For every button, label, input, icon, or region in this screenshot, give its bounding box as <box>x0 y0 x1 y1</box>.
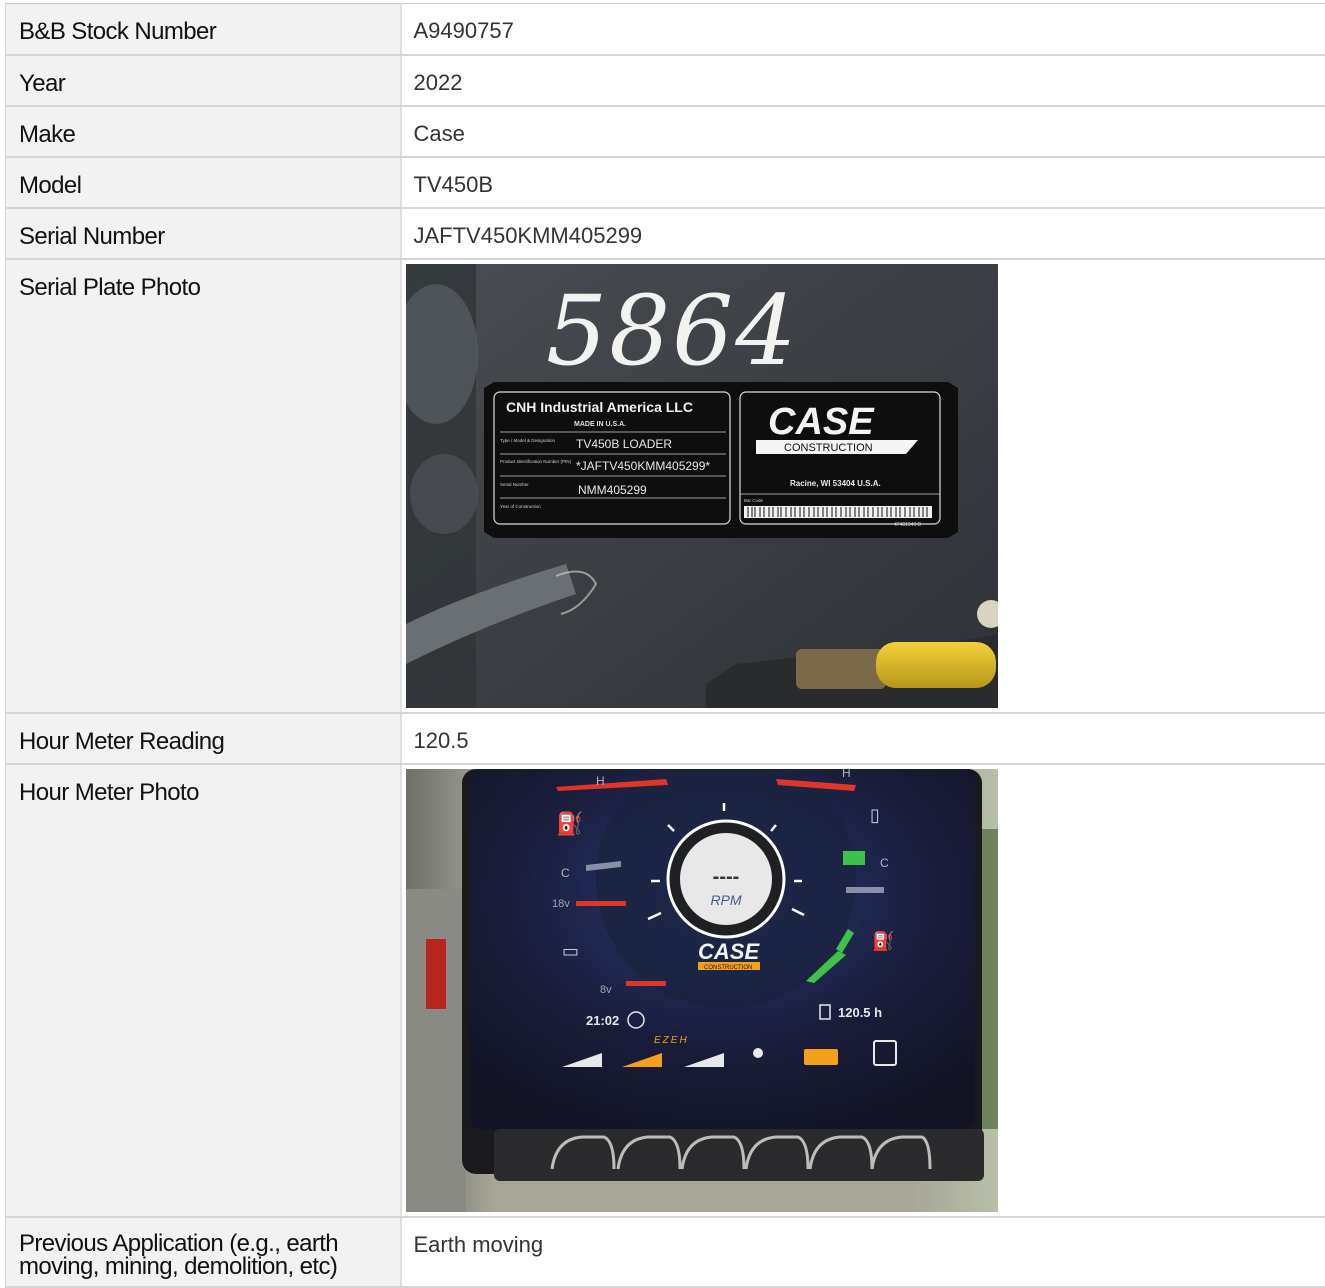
temp-cold-label: C <box>561 866 570 880</box>
plate-brand: CASE <box>768 401 875 443</box>
row-value: 120.5 <box>401 713 1325 764</box>
screen-brand: CASE <box>698 939 760 964</box>
row-label: Serial Number <box>6 208 401 259</box>
hour-meter-value: 120.5 h <box>838 1005 882 1020</box>
fuel-pump-icon: ⛽ <box>872 930 894 952</box>
handwritten-stock-mark: 5864 <box>546 275 798 387</box>
row-value: A9490757 <box>401 4 1325 55</box>
plate-address: Racine, WI 53404 U.S.A. <box>790 479 881 488</box>
plate-made-in: MADE IN U.S.A. <box>574 421 626 428</box>
equipment-spec-table: B&B Stock Number A9490757 Year 2022 Make… <box>5 3 1325 1288</box>
plate-barcode-label: Bar Code <box>744 498 764 503</box>
coolant-icon: ⛽ <box>556 811 583 837</box>
plate-field-label: Serial Number <box>500 482 529 487</box>
plate-field-label: Year of Construction <box>500 504 541 509</box>
plate-serial: NMM405299 <box>578 483 647 497</box>
row-label-line: moving, mining, demolition, etc) <box>19 1255 400 1278</box>
camera-icon <box>804 1049 838 1065</box>
serial-plate-image: 5864 CNH Industrial America LLC MADE IN … <box>406 264 998 708</box>
hour-meter-image: ---- RPM H H C <box>406 769 998 1212</box>
row-value: TV450B <box>401 157 1325 208</box>
row-value: Earth moving <box>401 1217 1325 1287</box>
row-label: B&B Stock Number <box>6 4 401 55</box>
table-row: Hour Meter Photo <box>6 764 1325 1217</box>
hydraulic-temp-icon: ▯ <box>870 805 880 826</box>
mode-label: EZEH <box>654 1035 689 1046</box>
table-row: Serial Number JAFTV450KMM405299 <box>6 208 1325 259</box>
plate-pin: *JAFTV450KMM405299* <box>576 459 710 473</box>
plate-model: TV450B LOADER <box>576 437 672 451</box>
plate-field-label: Product Identification Number (PIN) <box>500 459 572 464</box>
plate-brand-sub: CONSTRUCTION <box>784 442 873 454</box>
row-value: Case <box>401 106 1325 157</box>
clock: 21:02 <box>586 1013 619 1028</box>
fuel-cold-label: C <box>880 856 889 870</box>
row-label: Previous Application (e.g., earth moving… <box>6 1217 401 1287</box>
temp-high-label: H <box>596 774 605 788</box>
table-row: Hour Meter Reading 120.5 <box>6 713 1325 764</box>
row-label: Hour Meter Photo <box>6 764 401 1217</box>
row-label: Model <box>6 157 401 208</box>
serial-plate-photo[interactable]: 5864 CNH Industrial America LLC MADE IN … <box>406 264 998 708</box>
barcode-icon <box>744 506 932 518</box>
plate-field-label: Type / Model & Designation <box>500 438 556 443</box>
row-label: Make <box>6 106 401 157</box>
row-value: 5864 CNH Industrial America LLC MADE IN … <box>401 259 1325 713</box>
rpm-label: RPM <box>710 892 741 908</box>
row-label: Serial Plate Photo <box>6 259 401 713</box>
handwritten-number: 5864 <box>546 275 798 387</box>
row-label-line: Previous Application (e.g., earth <box>19 1232 400 1255</box>
row-value: JAFTV450KMM405299 <box>401 208 1325 259</box>
battery-icon: ▭ <box>562 941 579 962</box>
fuel-high-label: H <box>842 769 851 780</box>
plate-part-number: 47481949 D <box>894 522 922 528</box>
plate-company: CNH Industrial America LLC <box>506 399 693 415</box>
table-row: B&B Stock Number A9490757 <box>6 4 1325 55</box>
id-plate: CNH Industrial America LLC MADE IN U.S.A… <box>484 382 958 538</box>
table-row: Make Case <box>6 106 1325 157</box>
row-label: Year <box>6 55 401 106</box>
hour-meter-photo[interactable]: ---- RPM H H C <box>406 769 998 1212</box>
volt-high-label: 18v <box>552 898 570 910</box>
operator-settings-icon <box>753 1048 763 1058</box>
row-label: Hour Meter Reading <box>6 713 401 764</box>
table-row: Year 2022 <box>6 55 1325 106</box>
row-value: ---- RPM H H C <box>401 764 1325 1217</box>
row-value: 2022 <box>401 55 1325 106</box>
rpm-value: ---- <box>712 866 739 888</box>
table-row: Serial Plate Photo <box>6 259 1325 713</box>
volt-low-label: 8v <box>600 984 612 996</box>
table-row: Model TV450B <box>6 157 1325 208</box>
screen-brand-sub: CONSTRUCTION <box>704 965 752 971</box>
table-row: Previous Application (e.g., earth moving… <box>6 1217 1325 1287</box>
